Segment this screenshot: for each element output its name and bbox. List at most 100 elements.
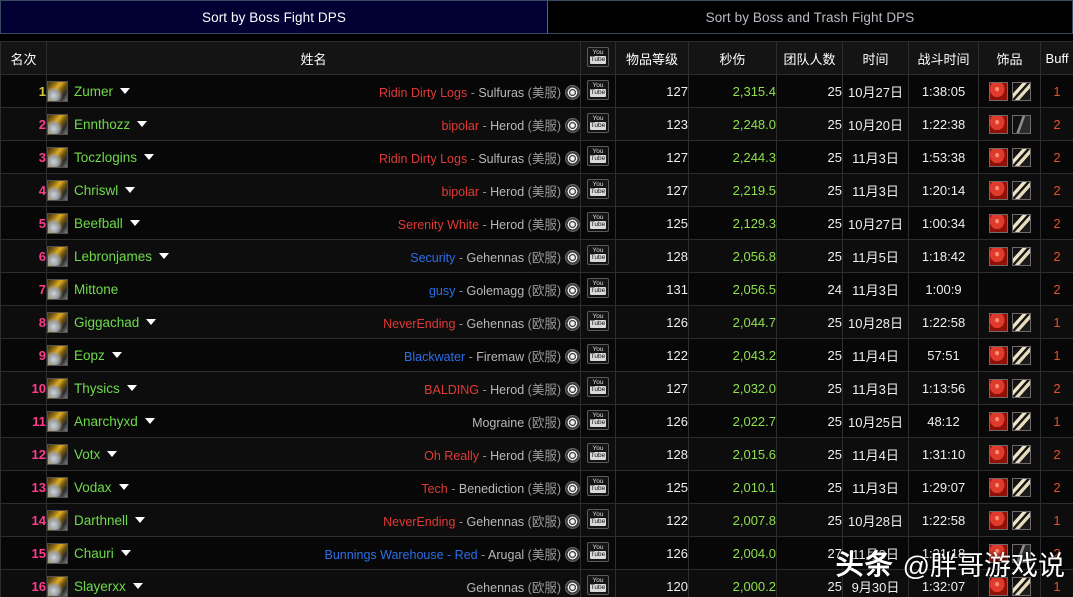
table-row[interactable]: 8 Giggachad NeverEnding - Gehennas (欧服) You… <box>0 305 1073 339</box>
realm-name[interactable]: Sulfuras <box>478 152 524 166</box>
player-name[interactable]: Toczlogins <box>74 150 137 165</box>
trinket-red-icon[interactable] <box>988 147 1008 167</box>
player-name[interactable]: Vodax <box>74 480 112 495</box>
guild-name[interactable]: bipolar <box>442 185 480 199</box>
armory-icon[interactable] <box>565 546 580 562</box>
cell-video-link[interactable]: You Tube <box>580 371 616 405</box>
table-row[interactable]: 12 Votx Oh Really - Herod (美服) You Tube 128 2,… <box>0 437 1073 471</box>
guild-name[interactable]: Ridin Dirty Logs <box>379 86 467 100</box>
player-name[interactable]: Anarchyxd <box>74 414 138 429</box>
realm-name[interactable]: Herod <box>490 449 524 463</box>
table-row[interactable]: 4 Chriswl bipolar - Herod (美服) You Tube 127 2,… <box>0 173 1073 207</box>
cell-video-link[interactable]: You Tube <box>580 272 616 306</box>
guild-name[interactable]: Oh Really <box>424 449 479 463</box>
trinket-bone-icon[interactable] <box>1011 213 1031 233</box>
trinket-dark-icon[interactable] <box>1011 543 1031 563</box>
trinket-red-icon[interactable] <box>988 312 1008 332</box>
column-header-buff[interactable]: Buff <box>1040 41 1073 75</box>
armory-icon[interactable] <box>565 381 580 397</box>
chevron-down-icon[interactable] <box>159 253 170 259</box>
cell-video-link[interactable]: You Tube <box>580 437 616 471</box>
trinket-bone-icon[interactable] <box>1011 411 1031 431</box>
youtube-icon[interactable]: You Tube <box>587 310 609 331</box>
trinket-red-icon[interactable] <box>988 510 1008 530</box>
guild-name[interactable]: gusy <box>429 284 455 298</box>
youtube-icon[interactable]: You Tube <box>587 277 609 298</box>
guild-name[interactable]: Ridin Dirty Logs <box>379 152 467 166</box>
column-header-rank[interactable]: 名次 <box>0 41 47 75</box>
table-row[interactable]: 1 Zumer Ridin Dirty Logs - Sulfuras (美服) Yo… <box>0 74 1073 108</box>
trinket-bone-icon[interactable] <box>1011 510 1031 530</box>
column-header-date[interactable]: 时间 <box>842 41 909 75</box>
youtube-icon[interactable]: You Tube <box>587 508 609 529</box>
cell-video-link[interactable]: You Tube <box>580 206 616 240</box>
cell-video-link[interactable]: You Tube <box>580 305 616 339</box>
realm-name[interactable]: Arugal <box>488 548 524 562</box>
table-row[interactable]: 9 Eopz Blackwater - Firemaw (欧服) You Tube 122… <box>0 338 1073 372</box>
realm-name[interactable]: Gehennas <box>467 581 525 595</box>
trinket-red-icon[interactable] <box>988 114 1008 134</box>
cell-video-link[interactable]: You Tube <box>580 140 616 174</box>
chevron-down-icon[interactable] <box>126 385 137 391</box>
chevron-down-icon[interactable] <box>146 319 157 325</box>
cell-video-link[interactable]: You Tube <box>580 74 616 108</box>
player-name[interactable]: Chauri <box>74 546 114 561</box>
chevron-down-icon[interactable] <box>111 352 122 358</box>
table-row[interactable]: 6 Lebronjames Security - Gehennas (欧服) You T… <box>0 239 1073 273</box>
player-name[interactable]: Mittone <box>74 282 118 297</box>
column-header-video[interactable]: You Tube <box>580 41 616 75</box>
trinket-red-icon[interactable] <box>988 576 1008 596</box>
youtube-icon[interactable]: You Tube <box>587 442 609 463</box>
realm-name[interactable]: Herod <box>490 185 524 199</box>
trinket-red-icon[interactable] <box>988 543 1008 563</box>
armory-icon[interactable] <box>565 447 580 463</box>
chevron-down-icon[interactable] <box>144 418 155 424</box>
trinket-bone-icon[interactable] <box>1011 81 1031 101</box>
table-row[interactable]: 5 Beefball Serenity White - Herod (美服) You T… <box>0 206 1073 240</box>
youtube-icon[interactable]: You Tube <box>587 475 609 496</box>
player-name[interactable]: Votx <box>74 447 100 462</box>
player-name[interactable]: Beefball <box>74 216 123 231</box>
cell-video-link[interactable]: You Tube <box>580 470 616 504</box>
realm-name[interactable]: Benediction <box>459 482 524 496</box>
guild-name[interactable]: Blackwater <box>404 350 465 364</box>
armory-icon[interactable] <box>565 480 580 496</box>
trinket-red-icon[interactable] <box>988 345 1008 365</box>
column-header-raid-size[interactable]: 团队人数 <box>776 41 843 75</box>
player-name[interactable]: Slayerxx <box>74 579 126 594</box>
armory-icon[interactable] <box>565 183 580 199</box>
trinket-bone-icon[interactable] <box>1011 246 1031 266</box>
cell-video-link[interactable]: You Tube <box>580 107 616 141</box>
cell-video-link[interactable]: You Tube <box>580 536 616 570</box>
trinket-red-icon[interactable] <box>988 81 1008 101</box>
chevron-down-icon[interactable] <box>125 187 136 193</box>
chevron-down-icon[interactable] <box>107 451 118 457</box>
trinket-red-icon[interactable] <box>988 378 1008 398</box>
youtube-icon[interactable]: You Tube <box>587 79 609 100</box>
table-row[interactable]: 13 Vodax Tech - Benediction (美服) You Tube 125… <box>0 470 1073 504</box>
realm-name[interactable]: Herod <box>490 119 524 133</box>
player-name[interactable]: Eopz <box>74 348 105 363</box>
guild-name[interactable]: BALDING <box>424 383 479 397</box>
cell-video-link[interactable]: You Tube <box>580 569 616 597</box>
cell-video-link[interactable]: You Tube <box>580 338 616 372</box>
realm-name[interactable]: Golemagg <box>467 284 525 298</box>
youtube-icon[interactable]: You Tube <box>587 343 609 364</box>
table-row[interactable]: 14 Darthnell NeverEnding - Gehennas (欧服) Yo… <box>0 503 1073 537</box>
youtube-icon[interactable]: You Tube <box>587 541 609 562</box>
trinket-bone-icon[interactable] <box>1011 345 1031 365</box>
guild-name[interactable]: bipolar <box>442 119 480 133</box>
player-name[interactable]: Lebronjames <box>74 249 152 264</box>
trinket-bone-icon[interactable] <box>1011 180 1031 200</box>
trinket-red-icon[interactable] <box>988 411 1008 431</box>
armory-icon[interactable] <box>565 282 580 298</box>
table-row[interactable]: 3 Toczlogins Ridin Dirty Logs - Sulfuras (… <box>0 140 1073 174</box>
guild-name[interactable]: Security <box>410 251 455 265</box>
realm-name[interactable]: Firemaw <box>476 350 524 364</box>
chevron-down-icon[interactable] <box>144 154 155 160</box>
column-header-item-level[interactable]: 物品等级 <box>615 41 689 75</box>
chevron-down-icon[interactable] <box>120 88 131 94</box>
youtube-icon[interactable]: You Tube <box>587 376 609 397</box>
tab-sort-boss-fight-dps[interactable]: Sort by Boss Fight DPS <box>0 0 548 34</box>
chevron-down-icon[interactable] <box>137 121 148 127</box>
